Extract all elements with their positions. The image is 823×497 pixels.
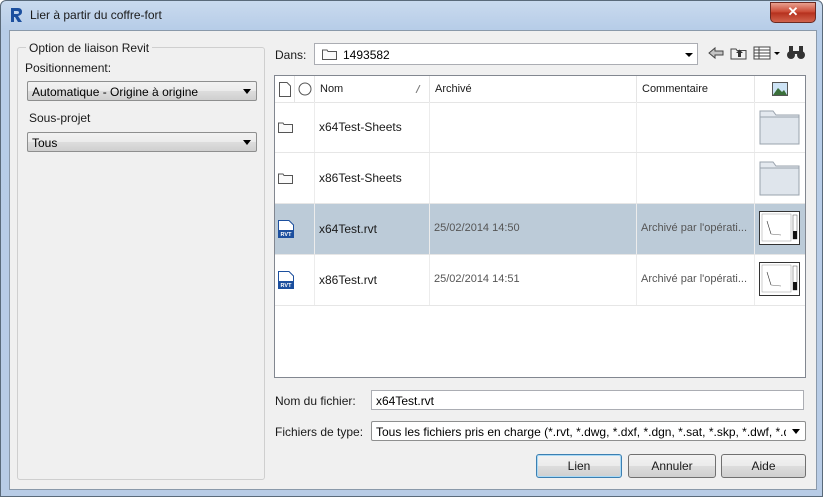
file-name-cell: x64Test-Sheets [315, 102, 430, 152]
file-archived-cell: 25/02/2014 14:51 [430, 255, 637, 305]
drawing-thumbnail-icon [759, 211, 800, 245]
location-label: Dans: [275, 48, 307, 62]
positioning-label: Positionnement: [25, 61, 112, 75]
filename-value: x64Test.rvt [376, 394, 435, 408]
subproject-dropdown[interactable]: Tous [27, 132, 257, 152]
subproject-label: Sous-projet [29, 111, 91, 125]
filetype-value: Tous les fichiers pris en charge (*.rvt,… [376, 425, 786, 439]
column-archived-label: Archivé [435, 83, 472, 95]
title-bar[interactable]: Lier à partir du coffre-fort ✕ [1, 1, 822, 29]
rvt-file-icon: RVT [278, 220, 294, 238]
document-icon [279, 82, 291, 97]
help-button[interactable]: Aide [721, 454, 806, 478]
file-comment-cell: Archivé par l'opérati... [637, 204, 755, 254]
sort-icon [415, 85, 421, 93]
positioning-value: Automatique - Origine à origine [32, 85, 199, 99]
rvt-badge: RVT [281, 283, 293, 289]
filename-input[interactable]: x64Test.rvt [371, 390, 804, 410]
close-button[interactable]: ✕ [770, 2, 816, 23]
column-status[interactable] [295, 76, 315, 102]
file-row[interactable]: x86Test-Sheets [275, 153, 805, 204]
link-button[interactable]: Lien [536, 454, 622, 478]
file-row[interactable]: RVT x64Test.rvt 25/02/2014 14:50 Archivé pa… [275, 204, 805, 255]
file-row[interactable]: x64Test-Sheets [275, 102, 805, 153]
file-name: x86Test.rvt [319, 273, 378, 287]
file-preview-cell [755, 255, 805, 305]
file-archived: 25/02/2014 14:50 [434, 222, 520, 234]
column-name[interactable]: Nom [315, 76, 430, 102]
filetype-dropdown[interactable]: Tous les fichiers pris en charge (*.rvt,… [371, 421, 806, 441]
close-icon: ✕ [787, 4, 799, 19]
file-list-header: Nom Archivé Commentaire [275, 76, 805, 103]
file-name: x64Test-Sheets [319, 120, 402, 134]
file-comment: Archivé par l'opérati... [641, 273, 748, 285]
column-comment[interactable]: Commentaire [637, 76, 755, 102]
up-folder-icon[interactable] [730, 44, 748, 62]
drawing-thumbnail-icon [759, 262, 800, 296]
location-path: 1493582 [343, 48, 390, 62]
file-row[interactable]: RVT x86Test.rvt 25/02/2014 14:51 Archivé pa… [275, 255, 805, 306]
folder-icon [278, 122, 293, 133]
file-icon-cell: RVT [275, 255, 315, 305]
dialog-window: Lier à partir du coffre-fort ✕ Option de… [0, 0, 823, 497]
file-name: x86Test-Sheets [319, 171, 402, 185]
file-comment-cell: Archivé par l'opérati... [637, 255, 755, 305]
view-menu-icon[interactable] [753, 44, 781, 62]
rvt-file-icon: RVT [278, 271, 294, 289]
folder-thumbnail-icon [759, 161, 800, 196]
folder-icon [322, 49, 337, 60]
column-archived[interactable]: Archivé [430, 76, 637, 102]
file-list[interactable]: Nom Archivé Commentaire x64Test-Sheets x8… [274, 75, 806, 378]
column-doc[interactable] [275, 76, 295, 102]
file-icon-cell [275, 102, 315, 152]
chevron-down-icon [792, 429, 800, 434]
file-name-cell: x86Test-Sheets [315, 153, 430, 203]
file-archived-cell [430, 153, 637, 203]
status-circle-icon [298, 82, 312, 96]
rvt-badge: RVT [281, 232, 293, 238]
column-preview[interactable] [755, 76, 805, 102]
file-comment-cell [637, 153, 755, 203]
image-preview-icon [772, 82, 788, 96]
file-archived-cell [430, 102, 637, 152]
chevron-down-icon [243, 89, 251, 94]
filetype-label: Fichiers de type: [275, 425, 364, 439]
file-name: x64Test.rvt [319, 222, 378, 236]
file-icon-cell: RVT [275, 204, 315, 254]
file-preview-cell [755, 204, 805, 254]
binoculars-icon[interactable] [786, 44, 806, 62]
file-preview-cell [755, 153, 805, 203]
positioning-dropdown[interactable]: Automatique - Origine à origine [27, 81, 257, 101]
filename-label: Nom du fichier: [275, 394, 356, 408]
chevron-down-icon [243, 140, 251, 145]
column-name-label: Nom [320, 83, 344, 95]
window-title: Lier à partir du coffre-fort [30, 8, 162, 22]
file-comment-cell [637, 102, 755, 152]
cancel-button[interactable]: Annuler [628, 454, 716, 478]
location-dropdown[interactable]: 1493582 [314, 43, 698, 65]
file-name-cell: x86Test.rvt [315, 255, 430, 305]
chevron-down-icon [685, 53, 693, 57]
column-comment-label: Commentaire [642, 83, 709, 95]
file-comment: Archivé par l'opérati... [641, 222, 748, 234]
file-preview-cell [755, 102, 805, 152]
dialog-body: Option de liaison Revit Positionnement: … [9, 30, 817, 490]
link-options-title: Option de liaison Revit [26, 41, 153, 55]
subproject-value: Tous [32, 136, 58, 150]
folder-icon [278, 173, 293, 184]
file-archived-cell: 25/02/2014 14:50 [430, 204, 637, 254]
folder-thumbnail-icon [759, 110, 800, 145]
file-name-cell: x64Test.rvt [315, 204, 430, 254]
file-icon-cell [275, 153, 315, 203]
back-icon[interactable] [708, 44, 724, 62]
revit-app-icon [11, 8, 22, 22]
file-archived: 25/02/2014 14:51 [434, 273, 520, 285]
